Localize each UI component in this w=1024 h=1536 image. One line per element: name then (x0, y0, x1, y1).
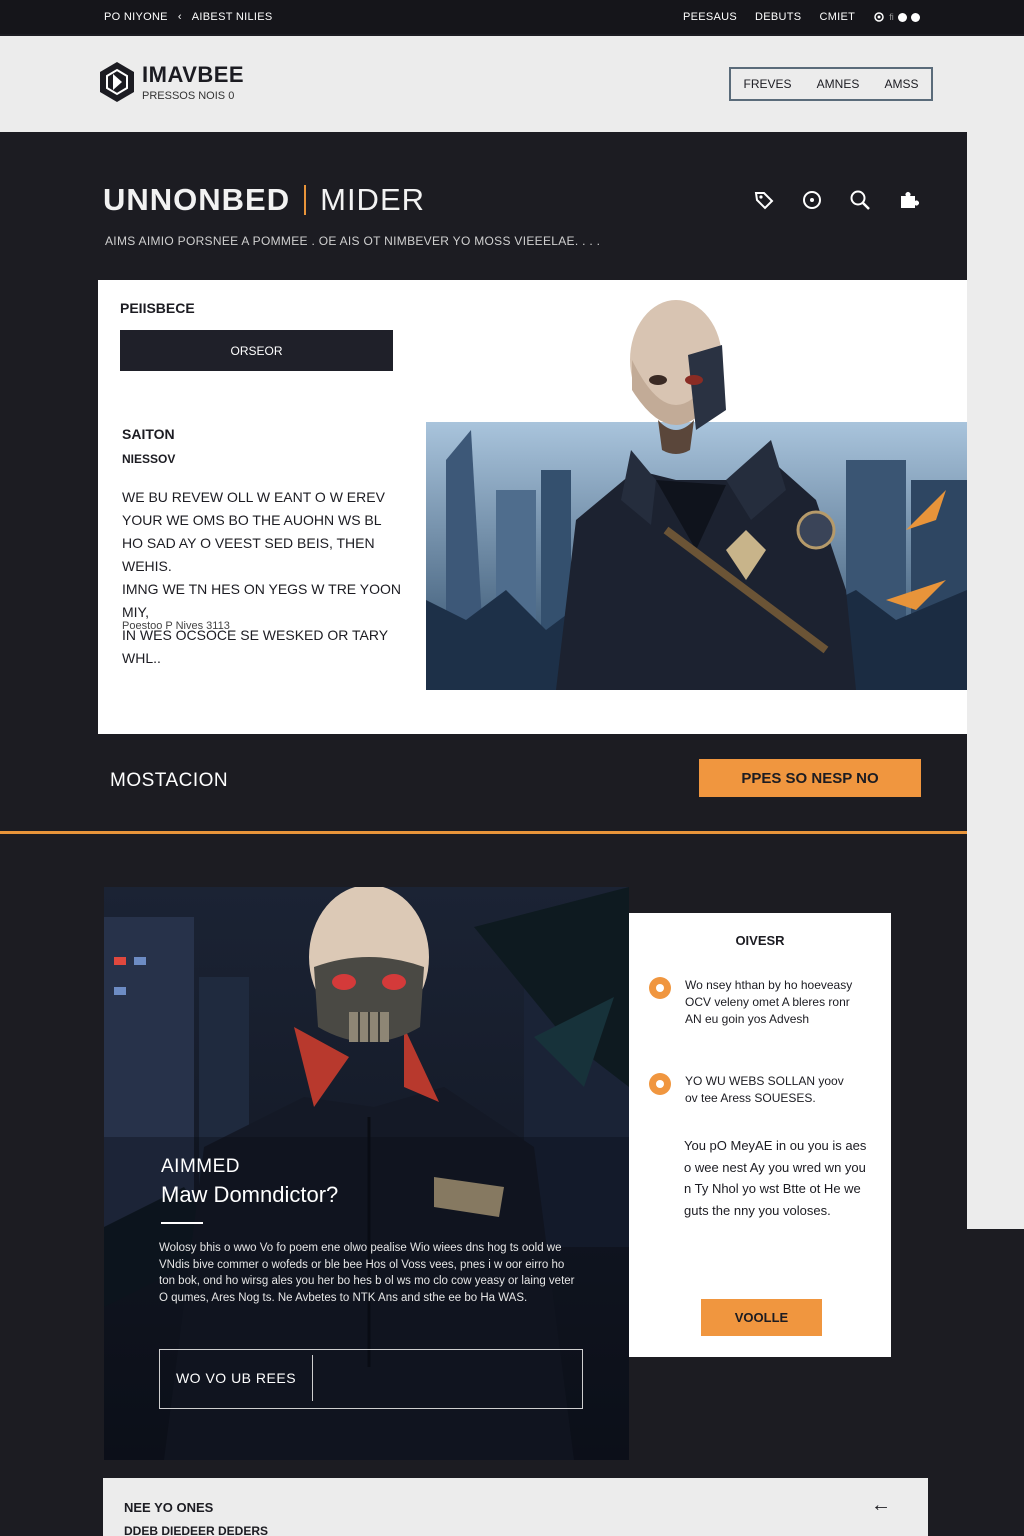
feature-cta-button[interactable]: WO VO UB REES (160, 1355, 313, 1401)
search-icon[interactable] (848, 188, 872, 212)
hero-title-bold: UNNONBED (103, 182, 291, 217)
card-line: HO SAD AY O VEEST SED BEIS, THEN WEHIS. (122, 535, 375, 574)
status-dot-icon (911, 12, 920, 22)
card-subheading: NIESSOV (122, 452, 176, 466)
feature-cta-box: WO VO UB REES (159, 1349, 583, 1409)
status-text: ﬁ (889, 12, 894, 22)
footer-subtitle: DDEB DIEDEER DEDERS (124, 1524, 269, 1536)
card-footnote: Poestoo P Nives 3113 (122, 620, 230, 632)
card-line: IMNG WE TN HES ON YEGS W TRE YOON MIY, (122, 581, 402, 620)
top-bar: PO NIYONE ‹ AIBEST NILIES PEESAUS DEBUTS… (0, 0, 1024, 34)
hero-subtitle: AIMS AIMIO PORSNEE A POMMEE . OE AIS OT … (105, 234, 601, 248)
accent-divider (0, 831, 967, 834)
nav-item-2[interactable]: AMNES (817, 77, 860, 91)
panel-item-text: Wo nsey hthan by ho hoeveasy OCV veleny … (685, 978, 853, 1026)
nav-item-3[interactable]: AMSS (884, 77, 918, 91)
panel-item-text: YO WU WEBS SOLLAN yoov ov tee Aress SOUE… (685, 1074, 844, 1105)
status-dot-icon (898, 12, 907, 22)
hero-title: UNNONBED MIDER (103, 182, 425, 218)
bullet-icon (649, 1073, 671, 1095)
chevron-left-icon[interactable]: ‹ (178, 11, 182, 23)
top-link-2[interactable]: DEBUTS (755, 11, 801, 23)
top-brand[interactable]: PO NIYONE (104, 11, 168, 23)
top-link-3[interactable]: CMIET (819, 11, 855, 23)
card-order-button[interactable]: ORSEOR (120, 330, 393, 371)
panel-paragraph: You pO MeyAE in ou you is aes o wee nest… (684, 1138, 867, 1218)
feature-kicker: AIMMED (161, 1156, 240, 1177)
offer-panel: OIVESR Wo nsey hthan by ho hoeveasy OCV … (629, 913, 891, 1357)
top-link-1[interactable]: PEESAUS (683, 11, 737, 23)
profile-card: PEIISBECE ORSEOR SAITON NIESSOV WE BU RE… (98, 280, 967, 734)
character-illustration (426, 300, 967, 690)
logo-subtitle: PRESSOS NOIS 0 (142, 90, 235, 102)
right-side-strip (967, 132, 1024, 1229)
arrow-left-icon[interactable]: ← (871, 1494, 891, 1517)
hero-icon-bar (752, 188, 920, 212)
hero-title-light: MIDER (320, 182, 426, 217)
feature-title: Maw Domndictor? (161, 1182, 339, 1207)
nav-item-1[interactable]: FREVES (744, 77, 792, 91)
settings-icon[interactable] (873, 11, 885, 23)
bullet-icon (649, 977, 671, 999)
panel-title: OIVESR (735, 933, 785, 948)
target-icon[interactable] (800, 188, 824, 212)
top-section-link[interactable]: AIBEST NILIES (192, 11, 273, 23)
card-label: PEIISBECE (120, 300, 195, 316)
status-indicators: ﬁ (873, 11, 920, 23)
logo-hexagon-icon (100, 62, 134, 102)
title-divider (304, 185, 307, 215)
section-title: MOSTACION (110, 770, 229, 791)
puzzle-icon[interactable] (896, 188, 920, 212)
logo-title: IMAVBEE (142, 62, 245, 87)
header-nav: FREVES AMNES AMSS (729, 67, 933, 101)
panel-button[interactable]: VOOLLE (701, 1299, 822, 1336)
card-line: WE BU REVEW OLL W EANT O W EREV (122, 489, 385, 505)
site-header: IMAVBEE PRESSOS NOIS 0 FREVES AMNES AMSS (0, 36, 1024, 132)
footer-title: NEE YO ONES (124, 1500, 214, 1515)
card-paragraph: WE BU REVEW OLL W EANT O W EREV YOUR WE … (122, 486, 412, 670)
press-button[interactable]: PPES SO NESP NO (699, 759, 921, 797)
footer-bar: NEE YO ONES DDEB DIEDEER DEDERS ← (103, 1478, 928, 1536)
tag-icon[interactable] (752, 188, 776, 212)
card-line: YOUR WE OMS BO THE AUOHN WS BL (122, 512, 382, 528)
feature-rule (161, 1222, 203, 1224)
feature-paragraph: Wolosy bhis o wwo Vo fo poem ene olwo pe… (159, 1242, 575, 1304)
panel-item: YO WU WEBS SOLLAN yoov ov tee Aress SOUE… (649, 1073, 855, 1107)
card-heading: SAITON (122, 426, 175, 442)
logo[interactable]: IMAVBEE PRESSOS NOIS 0 (98, 60, 244, 104)
panel-item: Wo nsey hthan by ho hoeveasy OCV veleny … (649, 977, 855, 1028)
